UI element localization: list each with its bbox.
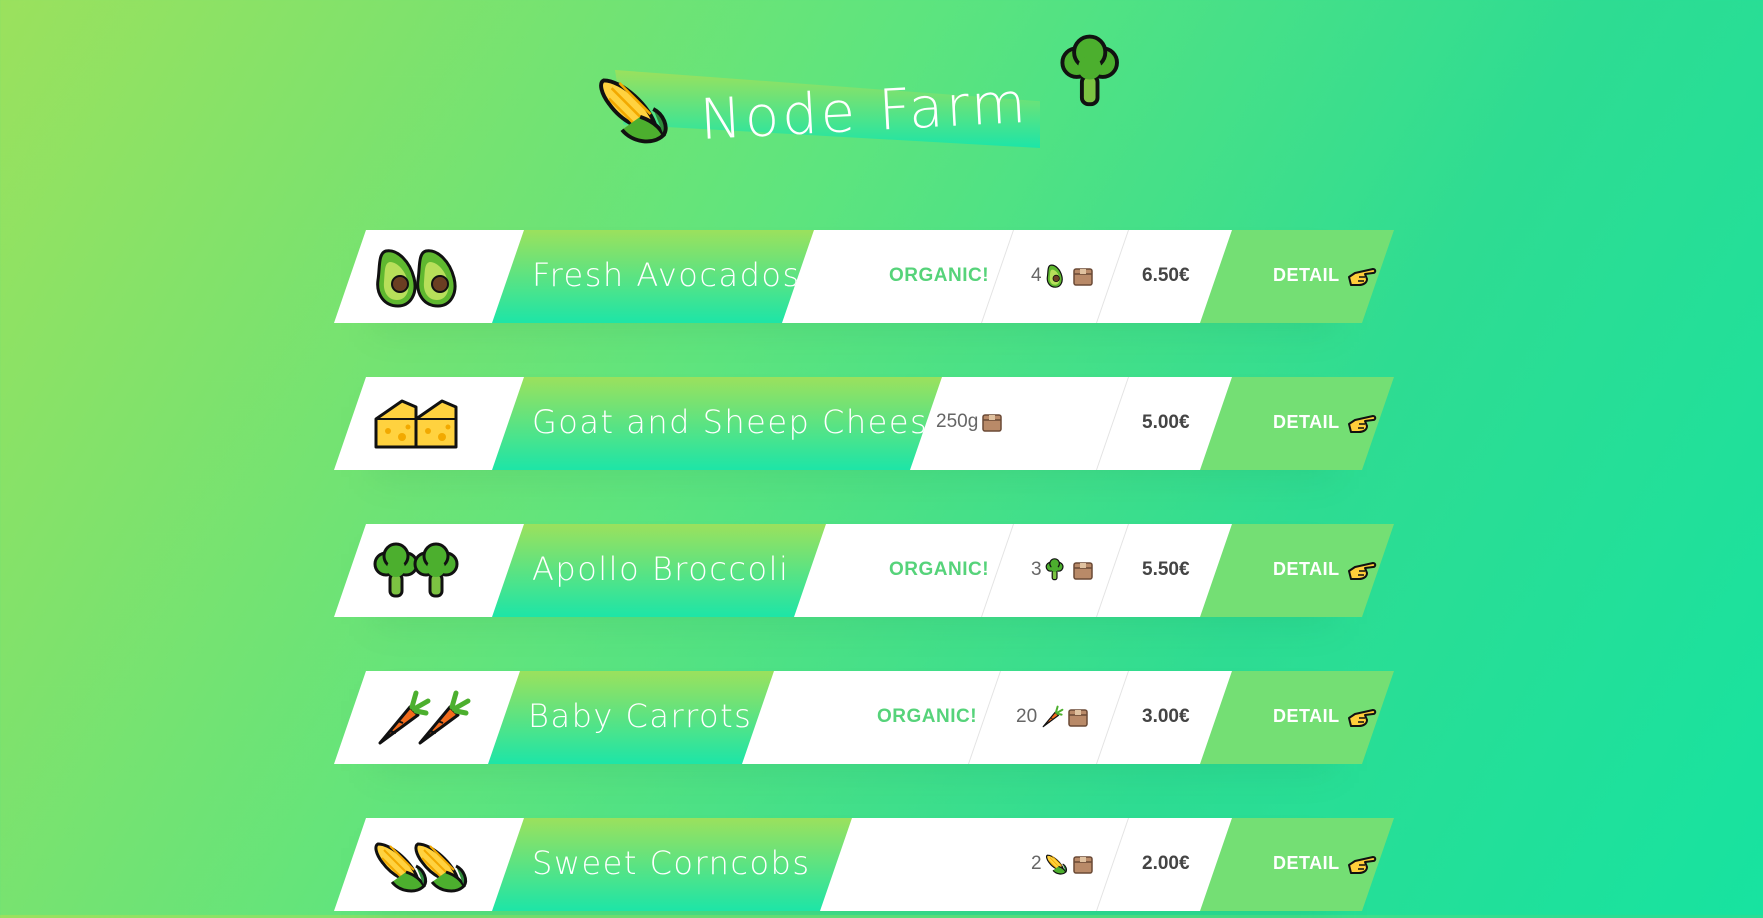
quantity: 250g [936, 411, 1003, 433]
box-icon [982, 414, 1003, 432]
product-name: Apollo Broccoli [532, 550, 790, 588]
detail-button[interactable]: DETAIL [1200, 671, 1394, 764]
avocado-icon [1046, 264, 1063, 288]
pointing-hand-icon [1347, 263, 1377, 289]
organic-badge: ORGANIC! [889, 265, 990, 286]
product-card[interactable]: Sweet Corncobs 2 2.00€ DETAIL [334, 818, 1394, 918]
product-card[interactable]: Apollo Broccoli ORGANIC! 3 5.50€ DETAIL [334, 524, 1394, 624]
box-icon [1072, 562, 1093, 580]
detail-label: DETAIL [1273, 559, 1340, 579]
pointing-hand-icon [1347, 557, 1377, 583]
product-name: Goat and Sheep Cheese [532, 403, 950, 441]
price: 3.00€ [1142, 706, 1190, 727]
pointing-hand-icon [1347, 851, 1377, 877]
broccoli-icon [1060, 34, 1119, 107]
header: Node Farm [590, 34, 1150, 170]
box-icon [1072, 268, 1093, 286]
detail-label: DETAIL [1273, 706, 1340, 726]
detail-label: DETAIL [1273, 853, 1340, 873]
quantity: 20 [1016, 705, 1089, 729]
pointing-hand-icon [1347, 704, 1377, 730]
organic-badge: ORGANIC! [889, 559, 990, 580]
product-name-band: Apollo Broccoli [492, 524, 826, 617]
avocado-icon [376, 249, 457, 308]
quantity-value: 250g [936, 411, 979, 432]
quantity-value: 2 [1031, 853, 1042, 874]
price: 5.50€ [1142, 559, 1190, 580]
price: 6.50€ [1142, 265, 1190, 286]
product-name: Fresh Avocados [532, 256, 801, 294]
product-card[interactable]: Goat and Sheep Cheese 250g 5.00€ DETAIL [334, 377, 1394, 477]
product-name-band: Baby Carrots [488, 671, 774, 764]
quantity-value: 20 [1016, 706, 1038, 727]
detail-label: DETAIL [1273, 265, 1340, 285]
broccoli-icon [373, 542, 459, 598]
product-name: Baby Carrots [528, 697, 753, 735]
corn-icon [374, 842, 468, 893]
broccoli-icon [1045, 558, 1064, 581]
detail-label: DETAIL [1273, 412, 1340, 432]
product-name-band: Fresh Avocados [492, 230, 814, 323]
detail-button[interactable]: DETAIL [1200, 230, 1394, 323]
quantity: 4 [1031, 264, 1094, 288]
cheese-icon [374, 399, 458, 449]
price: 2.00€ [1142, 853, 1190, 874]
organic-badge: ORGANIC! [877, 706, 978, 727]
corn-icon [1045, 854, 1067, 875]
detail-button[interactable]: DETAIL [1200, 818, 1394, 911]
detail-button[interactable]: DETAIL [1200, 377, 1394, 470]
carrot-icon [372, 687, 472, 751]
product-name: Sweet Corncobs [532, 844, 811, 882]
box-icon [1072, 856, 1093, 874]
product-name-band: Sweet Corncobs [492, 818, 852, 911]
product-card[interactable]: Baby Carrots ORGANIC! 20 3.00€ DETAIL [334, 671, 1394, 771]
product-card[interactable]: Fresh Avocados ORGANIC! 4 6.50€ DETAIL [334, 230, 1394, 330]
carrot-icon [1042, 705, 1064, 728]
quantity: 3 [1031, 558, 1094, 582]
box-icon [1068, 709, 1088, 727]
quantity-value: 4 [1031, 265, 1042, 286]
pointing-hand-icon [1347, 410, 1377, 436]
product-name-band: Goat and Sheep Cheese [492, 377, 942, 470]
detail-button[interactable]: DETAIL [1200, 524, 1394, 617]
price: 5.00€ [1142, 412, 1190, 433]
quantity-value: 3 [1031, 559, 1042, 580]
corn-icon [599, 78, 668, 144]
quantity: 2 [1031, 852, 1094, 876]
